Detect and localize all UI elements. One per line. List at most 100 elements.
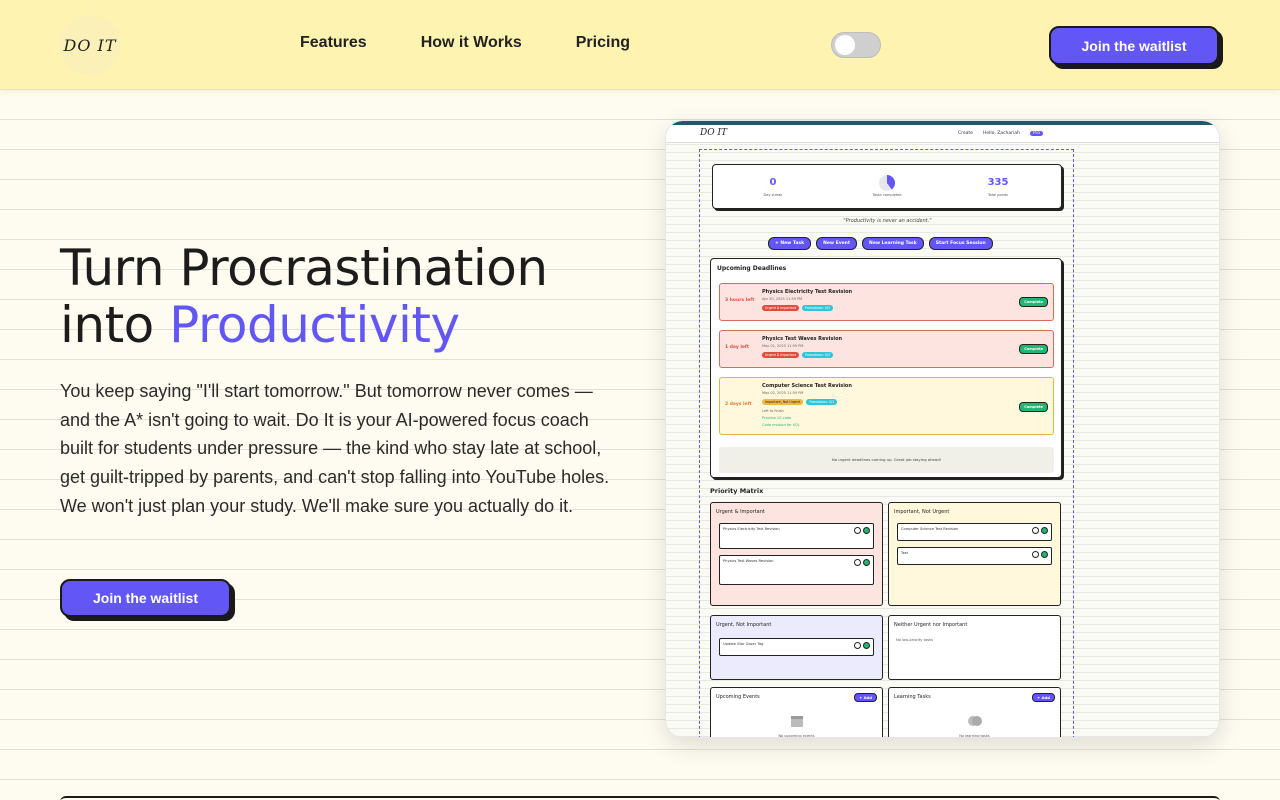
quadrant-item: Computer Science Test Revision bbox=[897, 523, 1052, 541]
deadline-item: 1 day left Physics Test Waves Revision M… bbox=[719, 330, 1054, 368]
stat-points-value: 335 bbox=[987, 177, 1009, 188]
quadrant-item: Physics Electricity Test Revision bbox=[719, 523, 874, 549]
tag-priority: Urgent & Important bbox=[762, 352, 800, 358]
preview-logo: DO IT bbox=[700, 128, 728, 138]
quadrant-important-not-urgent: Important, Not Urgent Computer Science T… bbox=[888, 502, 1061, 606]
deadline-time-left: 3 hours left bbox=[725, 298, 755, 303]
quadrant-title: Important, Not Urgent bbox=[894, 509, 950, 515]
tag-priority: Important, Not Urgent bbox=[762, 399, 804, 405]
deadline-date: Apr 30, 2025 11:59 PM bbox=[762, 297, 803, 301]
deadline-date: May 02, 2025 11:59 PM bbox=[762, 391, 804, 395]
hero-description: You keep saying "I'll start tomorrow." B… bbox=[60, 381, 610, 516]
nav-link-how-it-works[interactable]: How it Works bbox=[421, 34, 522, 52]
calendar-icon bbox=[791, 716, 803, 727]
events-title: Upcoming Events bbox=[716, 694, 760, 700]
edit-icon bbox=[854, 642, 861, 649]
quadrant-item-text: Computer Science Test Revision bbox=[901, 527, 959, 531]
hero-title: Turn Procrastination into Productivity bbox=[60, 240, 640, 354]
quadrant-title: Urgent, Not Important bbox=[716, 622, 772, 628]
join-waitlist-button[interactable]: Join the waitlist bbox=[1049, 26, 1219, 65]
add-learning-task-button: + Add bbox=[1032, 693, 1055, 702]
preview-topbar: DO IT Create Hello, Zachariah Pro bbox=[666, 121, 1219, 143]
deadline-time-left: 2 days left bbox=[725, 402, 752, 407]
edit-icon bbox=[854, 527, 861, 534]
next-section-edge bbox=[60, 796, 1220, 800]
app-preview-screenshot: DO IT Create Hello, Zachariah Pro 0 Day … bbox=[665, 120, 1220, 738]
quadrant-urgent-not-important: Urgent, Not Important Update Star Gazer … bbox=[710, 615, 883, 680]
deadline-tags: Important, Not Urgent Pomodoros: 0/3 bbox=[762, 399, 838, 405]
tasks-progress-pie bbox=[879, 175, 895, 191]
quadrant-item: Physics Test Waves Revision bbox=[719, 555, 874, 585]
preview-plan-badge: Pro bbox=[1029, 131, 1043, 136]
complete-button: Complete bbox=[1019, 297, 1048, 307]
item-actions bbox=[854, 559, 870, 566]
quadrant-item-text: Update Star Gazer Tag bbox=[723, 642, 764, 646]
deadline-tags: Urgent & Important Pomodoros: 0/3 bbox=[762, 352, 834, 358]
quadrant-title: Neither Urgent nor Important bbox=[894, 622, 968, 628]
upcoming-deadlines-card: Upcoming Deadlines 3 hours left Physics … bbox=[710, 258, 1062, 478]
preview-menu-user: Hello, Zachariah bbox=[982, 131, 1020, 136]
learning-empty-text: No learning tasks bbox=[959, 734, 990, 738]
quadrant-item-text: Physics Electricity Test Revision bbox=[723, 527, 780, 531]
deadline-item: 3 hours left Physics Electricity Test Re… bbox=[719, 283, 1054, 321]
deadline-item: 2 days left Computer Science Test Revisi… bbox=[719, 377, 1054, 435]
preview-quote: "Productivity is never an accident." bbox=[843, 218, 932, 224]
item-actions bbox=[854, 642, 870, 649]
no-urgent-message: No urgent deadlines coming up. Great job… bbox=[719, 447, 1054, 473]
edit-icon bbox=[1032, 527, 1039, 534]
preview-menu: Create Hello, Zachariah Pro bbox=[958, 131, 1043, 136]
quadrant-item: Test bbox=[897, 547, 1052, 565]
priority-matrix-title: Priority Matrix bbox=[710, 487, 764, 495]
item-actions bbox=[1032, 551, 1048, 558]
preview-action-buttons: + New Task New Event New Learning Task S… bbox=[768, 237, 993, 250]
site-header: DO IT Features How it Works Pricing Join… bbox=[0, 0, 1280, 90]
stat-tasks-label: Tasks completed bbox=[872, 193, 902, 197]
item-actions bbox=[1032, 527, 1048, 534]
quadrant-item: Update Star Gazer Tag bbox=[719, 638, 874, 656]
add-event-button: + Add bbox=[854, 693, 877, 702]
deadline-name: Computer Science Test Revision bbox=[762, 383, 852, 389]
stat-streak-label: Day streak bbox=[763, 193, 783, 197]
upcoming-events-card: Upcoming Events + Add No upcoming events bbox=[710, 687, 883, 737]
deadlines-title: Upcoming Deadlines bbox=[717, 265, 787, 272]
quadrant-item-text: Physics Test Waves Revision bbox=[723, 559, 774, 563]
new-event-button: New Event bbox=[816, 237, 858, 250]
logo[interactable]: DO IT bbox=[60, 15, 120, 75]
deadline-time-left: 1 day left bbox=[725, 345, 750, 350]
learning-tasks-card: Learning Tasks + Add No learning tasks bbox=[888, 687, 1061, 738]
check-icon bbox=[1041, 551, 1048, 558]
preview-menu-create: Create bbox=[958, 131, 973, 136]
hero-title-prefix: into bbox=[60, 296, 170, 354]
nav-link-features[interactable]: Features bbox=[300, 34, 367, 52]
new-learning-task-button: New Learning Task bbox=[862, 237, 924, 250]
item-actions bbox=[854, 527, 870, 534]
tag-pomodoros: Pomodoros: 0/3 bbox=[806, 399, 838, 405]
stat-streak-value: 0 bbox=[769, 177, 777, 188]
edit-icon bbox=[854, 559, 861, 566]
check-icon bbox=[863, 527, 870, 534]
brain-icon bbox=[968, 716, 982, 726]
edit-icon bbox=[1032, 551, 1039, 558]
new-task-button: + New Task bbox=[768, 237, 812, 250]
hero-title-accent: Productivity bbox=[169, 296, 460, 354]
preview-dashboard: 0 Day streak Tasks completed 335 Total p… bbox=[699, 149, 1074, 738]
check-icon bbox=[863, 559, 870, 566]
learning-title: Learning Tasks bbox=[894, 694, 931, 700]
main-nav: Features How it Works Pricing bbox=[300, 34, 630, 52]
tag-pomodoros: Pomodoros: 0/3 bbox=[802, 352, 834, 358]
quadrant-urgent-important: Urgent & Important Physics Electricity T… bbox=[710, 502, 883, 606]
subtask: Left to finish bbox=[762, 409, 784, 413]
complete-button: Complete bbox=[1019, 402, 1048, 412]
tag-priority: Urgent & Important bbox=[762, 305, 800, 311]
complete-button: Complete bbox=[1019, 344, 1048, 354]
theme-toggle[interactable] bbox=[831, 32, 881, 58]
deadline-tags: Urgent & Important Pomodoros: 0/3 bbox=[762, 305, 834, 311]
quadrant-neither: Neither Urgent nor Important No low-prio… bbox=[888, 615, 1061, 680]
quadrant-empty-text: No low-priority tasks bbox=[896, 638, 934, 642]
preview-stats-card: 0 Day streak Tasks completed 335 Total p… bbox=[712, 164, 1062, 209]
subtask: Practise CS code bbox=[762, 416, 792, 420]
hero-join-waitlist-button[interactable]: Join the waitlist bbox=[60, 579, 231, 617]
nav-link-pricing[interactable]: Pricing bbox=[576, 34, 630, 52]
deadline-name: Physics Test Waves Revision bbox=[762, 336, 843, 342]
stat-points-label: Total points bbox=[987, 193, 1009, 197]
